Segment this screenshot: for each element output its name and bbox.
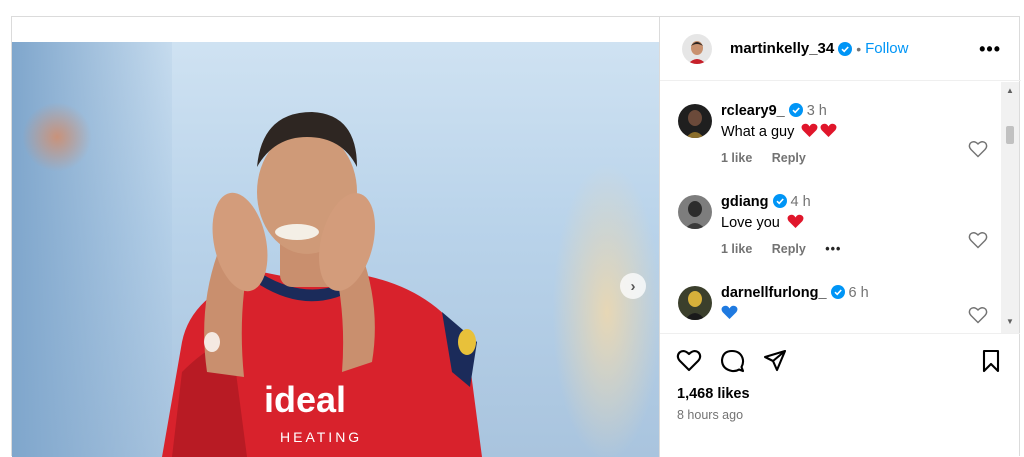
comment-time: 4 h xyxy=(790,194,811,210)
scroll-down-arrow-icon[interactable]: ▼ xyxy=(1001,317,1019,327)
verified-badge-icon xyxy=(772,194,787,208)
comment-text: What a guy xyxy=(721,124,795,140)
post-image[interactable]: ideal HEATING › xyxy=(12,42,659,457)
comment-bubble-icon[interactable] xyxy=(719,348,745,374)
save-bookmark-icon[interactable] xyxy=(978,348,1004,374)
verified-badge-icon xyxy=(838,41,853,56)
comments-list[interactable]: rcleary9_ 3 h What a guy 1 like Reply gd… xyxy=(660,82,1020,334)
comment-username[interactable]: gdiang xyxy=(721,194,769,210)
blue-heart-icon xyxy=(721,305,738,319)
like-heart-icon[interactable] xyxy=(676,348,702,374)
separator-dot: • xyxy=(856,40,862,57)
follow-button[interactable]: Follow xyxy=(865,40,908,57)
comment-avatar[interactable] xyxy=(678,104,712,138)
shirt-sponsor-text: ideal xyxy=(264,379,346,420)
comment-avatar[interactable] xyxy=(678,195,712,229)
heart-outline-icon[interactable] xyxy=(968,306,988,324)
reply-button[interactable]: Reply xyxy=(772,151,806,165)
post-actions-bar: 1,468 likes 8 hours ago xyxy=(660,333,1020,457)
more-options-button[interactable]: ••• xyxy=(979,39,1001,60)
red-heart-icon xyxy=(801,123,818,137)
red-heart-icon xyxy=(820,123,837,137)
likes-count[interactable]: 1,468 likes xyxy=(677,386,750,402)
post-timestamp: 8 hours ago xyxy=(677,408,744,422)
verified-badge-icon xyxy=(788,103,803,117)
scrollbar-thumb[interactable] xyxy=(1006,126,1014,144)
post-dialog: ideal HEATING › martinkelly_34 • Follow … xyxy=(11,16,1021,457)
carousel-next-button[interactable]: › xyxy=(620,273,646,299)
comment-text: Love you xyxy=(721,215,780,231)
author-avatar[interactable] xyxy=(682,33,712,64)
comments-scrollbar[interactable]: ▲ ▼ xyxy=(1001,82,1019,334)
comment-more-options-button[interactable]: ••• xyxy=(825,242,841,256)
comment-username[interactable]: darnellfurlong_ xyxy=(721,285,827,301)
heart-outline-icon[interactable] xyxy=(968,231,988,249)
verified-badge-icon xyxy=(830,285,845,299)
author-username[interactable]: martinkelly_34 xyxy=(730,40,834,57)
red-heart-icon xyxy=(787,214,804,228)
scroll-up-arrow-icon[interactable]: ▲ xyxy=(1001,86,1019,96)
player-photo: ideal HEATING xyxy=(162,112,482,457)
post-header: martinkelly_34 • Follow ••• xyxy=(660,17,1021,81)
comment-likes-count[interactable]: 1 like xyxy=(721,242,752,256)
post-side-panel: martinkelly_34 • Follow ••• rcleary9_ 3 h xyxy=(659,17,1021,457)
comment-avatar[interactable] xyxy=(678,286,712,320)
chevron-right-icon: › xyxy=(630,277,636,295)
comment-username[interactable]: rcleary9_ xyxy=(721,103,785,119)
comment-time: 6 h xyxy=(848,285,869,301)
heart-outline-icon[interactable] xyxy=(968,140,988,158)
comment-likes-count[interactable]: 1 like xyxy=(721,151,752,165)
share-send-icon[interactable] xyxy=(762,348,788,374)
reply-button[interactable]: Reply xyxy=(772,242,806,256)
comment-time: 3 h xyxy=(806,103,827,119)
